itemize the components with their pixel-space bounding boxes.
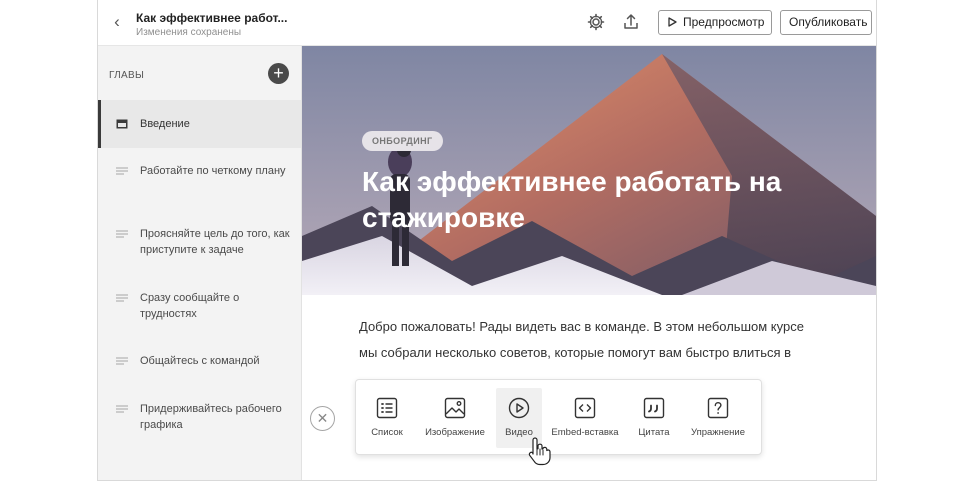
preview-label: Предпросмотр [683,15,765,29]
cover-image[interactable]: ОНБОРДИНГ Как эффективнее работать на ст… [302,46,876,295]
quote-icon [643,397,665,419]
insert-embed-button[interactable]: Embed-вставка [550,388,620,448]
insert-quote-button[interactable]: Цитата [628,388,680,448]
insert-exercise-button[interactable]: Упражнение [686,388,750,448]
insert-image-button[interactable]: Изображение [422,388,488,448]
sidebar-item-label: Введение [140,118,190,130]
text-lines-icon [116,357,128,365]
publish-button[interactable]: Опубликовать [780,10,872,35]
add-chapter-button[interactable]: + [268,63,289,84]
course-heading[interactable]: Как эффективнее работать на стажировке [362,164,782,236]
list-icon [376,397,398,419]
image-icon [444,397,466,419]
intro-paragraph[interactable]: Добро пожаловать! Рады видеть вас в кома… [359,314,819,366]
question-icon [707,397,729,419]
sidebar-item-label: Придерживайтесь рабочего графика [140,403,282,431]
back-chevron-icon[interactable]: ‹ [108,12,126,32]
text-lines-icon [116,294,128,302]
text-lines-icon [116,405,128,413]
play-outline-icon [668,17,677,27]
sidebar-item-label: Проясняйте цель до того, как приступите … [140,228,290,256]
close-insert-menu-button[interactable]: ✕ [310,406,335,431]
tool-label: Цитата [638,427,670,438]
gear-icon[interactable] [586,12,606,32]
chapters-sidebar: ГЛАВЫ + Введение Работайте по четкому пл… [98,46,302,480]
text-lines-icon [116,230,128,238]
tool-label: Изображение [425,427,485,438]
tool-label: Embed-вставка [551,427,619,438]
text-lines-icon [116,167,128,175]
top-bar: ‹ Как эффективнее работ... Изменения сох… [98,0,876,46]
sidebar-item-label: Работайте по четкому плану [140,165,286,177]
sidebar-item-label: Сразу сообщайте о трудностях [140,292,240,320]
sidebar-item-label: Общайтесь с командой [140,355,260,367]
tool-label: Список [371,427,403,438]
chapter-block-icon [116,119,128,129]
course-title: Как эффективнее работ... [136,11,288,25]
play-icon [508,397,530,419]
save-status: Изменения сохранены [136,27,242,38]
preview-button[interactable]: Предпросмотр [658,10,772,35]
insert-block-toolbar: Список Изображение Видео Embed-вставка Ц… [355,379,762,455]
chapters-heading: ГЛАВЫ [109,70,145,81]
category-badge: ОНБОРДИНГ [362,131,443,151]
code-icon [574,397,596,419]
insert-list-button[interactable]: Список [362,388,412,448]
hand-pointer-icon [528,437,551,466]
sidebar-item-intro[interactable]: Введение [98,100,301,148]
share-icon[interactable] [621,12,641,32]
tool-label: Упражнение [690,427,746,438]
